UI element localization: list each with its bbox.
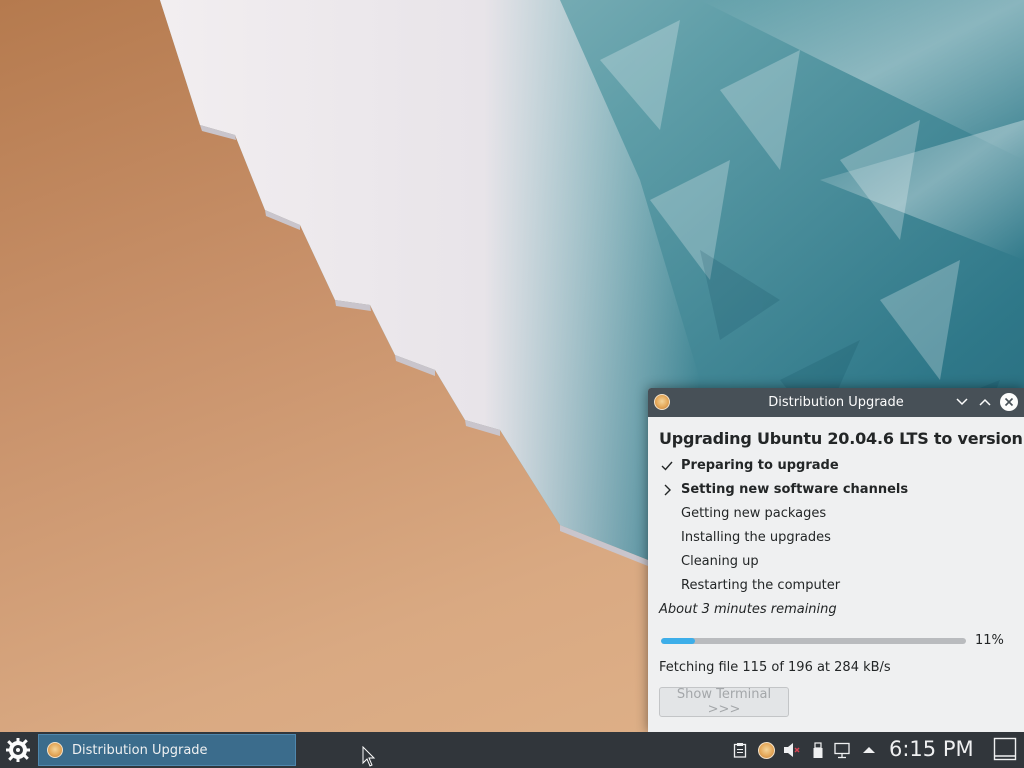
step-list: Preparing to upgrade Setting new softwar…: [659, 454, 1013, 598]
show-desktop-icon: [993, 737, 1017, 761]
expand-tray-icon[interactable]: [859, 740, 879, 760]
progress-bar: [661, 638, 966, 644]
chevron-down-icon: [956, 398, 968, 406]
close-icon: [1004, 397, 1014, 407]
step-label: Preparing to upgrade: [681, 458, 839, 473]
step-label: Getting new packages: [681, 506, 827, 521]
network-icon[interactable]: [833, 740, 853, 760]
upgrade-window: Distribution Upgrade Upgrading Ubuntu 20…: [648, 388, 1024, 732]
step-item: Preparing to upgrade: [659, 454, 1013, 478]
step-item: Cleaning up: [659, 550, 1013, 574]
progress-bar-fill: [661, 638, 695, 644]
volume-muted-icon[interactable]: [782, 740, 802, 760]
close-button[interactable]: [999, 392, 1019, 412]
step-item: Restarting the computer: [659, 574, 1013, 598]
taskbar-item-distribution-upgrade[interactable]: Distribution Upgrade: [38, 734, 296, 766]
progress-row: 11%: [659, 626, 1013, 656]
show-desktop-button[interactable]: [992, 736, 1018, 762]
step-label: Cleaning up: [681, 554, 759, 569]
chevron-right-icon: [664, 484, 671, 496]
minimize-button[interactable]: [952, 392, 972, 412]
step-item: Getting new packages: [659, 502, 1013, 526]
window-titlebar[interactable]: Distribution Upgrade: [648, 388, 1024, 417]
step-item: Setting new software channels: [659, 478, 1013, 502]
step-label: Setting new software channels: [681, 482, 909, 497]
window-content: Upgrading Ubuntu 20.04.6 LTS to version …: [648, 429, 1024, 717]
checkmark-icon: [661, 461, 673, 471]
usb-device-icon[interactable]: [808, 740, 828, 760]
update-manager-app-icon: [47, 742, 63, 758]
step-label: Restarting the computer: [681, 578, 841, 593]
step-label: Installing the upgrades: [681, 530, 831, 545]
chevron-up-icon: [979, 398, 991, 406]
task-label: Distribution Upgrade: [72, 743, 208, 758]
application-launcher-button[interactable]: [2, 736, 34, 764]
mouse-cursor-icon: [362, 746, 376, 767]
kde-gear-icon: [6, 738, 30, 762]
taskbar: Distribution Upgrade 6:15 PM: [0, 732, 1024, 768]
progress-percent: 11%: [975, 633, 1004, 648]
show-terminal-button[interactable]: Show Terminal >>>: [659, 687, 789, 717]
clipboard-icon[interactable]: [730, 740, 750, 760]
update-notifier-icon[interactable]: [756, 740, 776, 760]
step-item: Installing the upgrades: [659, 526, 1013, 550]
upgrade-heading: Upgrading Ubuntu 20.04.6 LTS to version …: [659, 429, 1024, 448]
maximize-button[interactable]: [975, 392, 995, 412]
time-remaining-label: About 3 minutes remaining: [659, 602, 837, 617]
fetch-status-label: Fetching file 115 of 196 at 284 kB/s: [659, 660, 891, 675]
clock[interactable]: 6:15 PM: [889, 737, 974, 761]
